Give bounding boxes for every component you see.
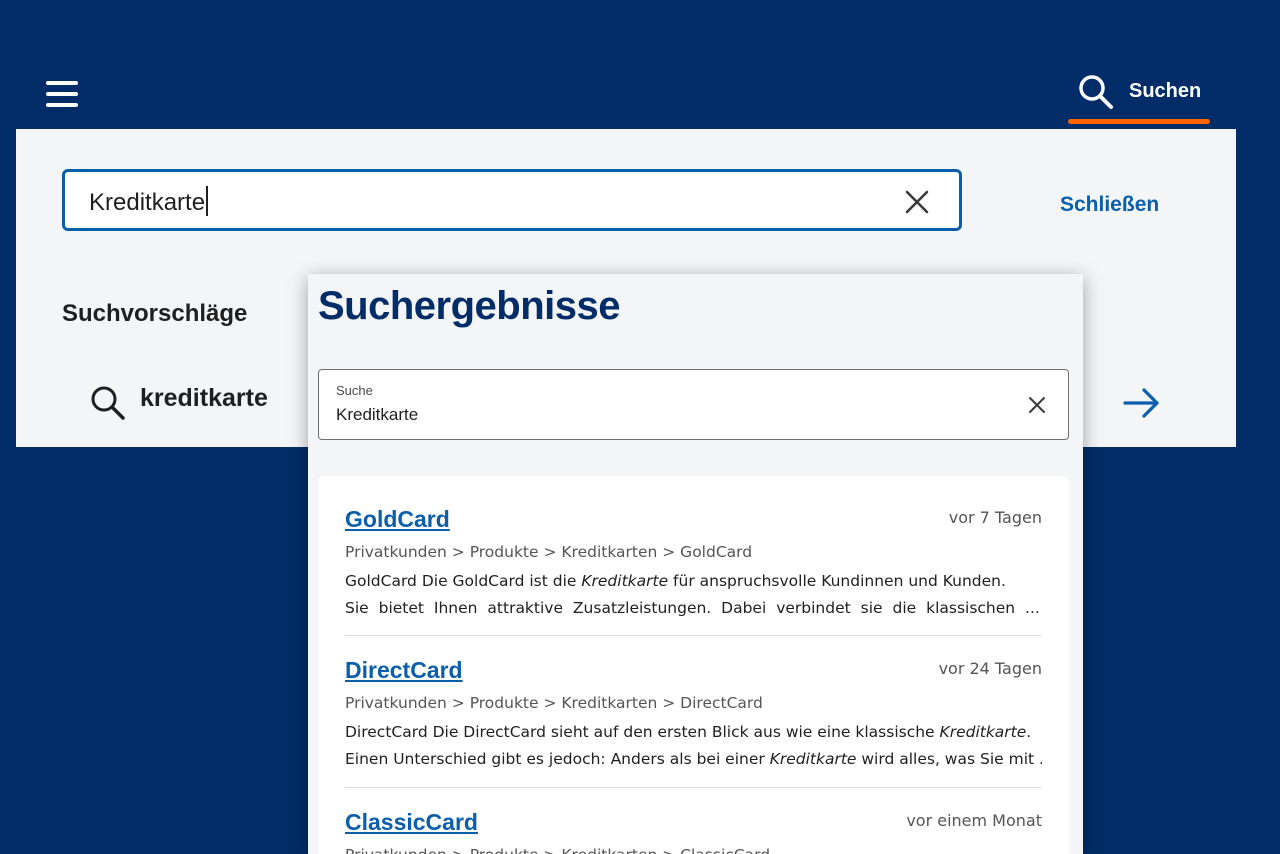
result-snippet: DirectCard Die DirectCard sieht auf den … bbox=[345, 719, 1042, 773]
result-divider bbox=[345, 787, 1042, 788]
result-snippet: GoldCard Die GoldCard ist die Kreditkart… bbox=[345, 568, 1042, 622]
snippet-highlight: Kreditkarte bbox=[939, 723, 1027, 741]
snippet-text: Sie bietet Ihnen attraktive Zusatzleistu… bbox=[345, 599, 1040, 617]
close-icon[interactable] bbox=[1028, 396, 1046, 414]
snippet-text: . bbox=[1026, 723, 1032, 741]
search-icon bbox=[1079, 75, 1113, 109]
main-search-value: Kreditkarte bbox=[89, 189, 206, 216]
active-indicator bbox=[1068, 119, 1210, 124]
search-toggle-label: Suchen bbox=[1129, 80, 1202, 102]
result-breadcrumb: Privatkunden > Produkte > Kreditkarten >… bbox=[345, 543, 753, 561]
snippet-highlight: Kreditkarte bbox=[769, 750, 857, 768]
result-breadcrumb: Privatkunden > Produkte > Kreditkarten >… bbox=[345, 846, 770, 854]
results-search-label: Suche bbox=[336, 383, 373, 398]
snippet-text: Einen Unterschied gibt es jedoch: Anders… bbox=[345, 750, 770, 768]
snippet-text: für anspruchsvolle Kundinnen und Kunden. bbox=[668, 572, 1006, 590]
results-title: Suchergebnisse bbox=[318, 284, 621, 328]
results-search-value: Kreditkarte bbox=[336, 405, 419, 424]
result-age: vor einem Monat bbox=[906, 811, 1042, 830]
result-title-link[interactable]: GoldCard bbox=[345, 506, 450, 533]
search-icon bbox=[91, 386, 125, 420]
search-results-panel: Suchergebnisse Suche Kreditkarte GoldCar… bbox=[308, 274, 1083, 854]
close-icon[interactable] bbox=[905, 190, 929, 214]
search-toggle-button[interactable]: Suchen bbox=[1068, 64, 1210, 124]
results-search-input[interactable]: Suche Kreditkarte bbox=[318, 369, 1069, 440]
result-age: vor 7 Tagen bbox=[948, 508, 1042, 527]
snippet-text: wird alles, was Sie mit ... bbox=[856, 750, 1042, 768]
suggestion-item[interactable]: kreditkarte bbox=[90, 379, 290, 420]
text-caret bbox=[206, 186, 209, 216]
close-search-button[interactable]: Schließen bbox=[1060, 193, 1159, 217]
results-list: GoldCard vor 7 Tagen Privatkunden > Prod… bbox=[318, 476, 1069, 854]
result-breadcrumb: Privatkunden > Produkte > Kreditkarten >… bbox=[345, 694, 763, 712]
snippet-text: DirectCard Die DirectCard sieht auf den … bbox=[345, 723, 940, 741]
arrow-right-icon[interactable] bbox=[1122, 385, 1162, 421]
snippet-text: GoldCard Die GoldCard ist die bbox=[345, 572, 582, 590]
snippet-highlight: Kreditkarte bbox=[581, 572, 669, 590]
result-title-link[interactable]: DirectCard bbox=[345, 657, 463, 684]
top-bar: Suchen bbox=[16, 64, 1236, 129]
hamburger-menu-icon[interactable] bbox=[46, 81, 78, 107]
result-title-link[interactable]: ClassicCard bbox=[345, 809, 478, 836]
main-search-input[interactable]: Kreditkarte bbox=[62, 169, 962, 231]
suggestions-title: Suchvorschläge bbox=[62, 300, 248, 327]
result-age: vor 24 Tagen bbox=[938, 659, 1042, 678]
result-divider bbox=[345, 635, 1042, 636]
suggestion-text: kreditkarte bbox=[140, 384, 268, 412]
